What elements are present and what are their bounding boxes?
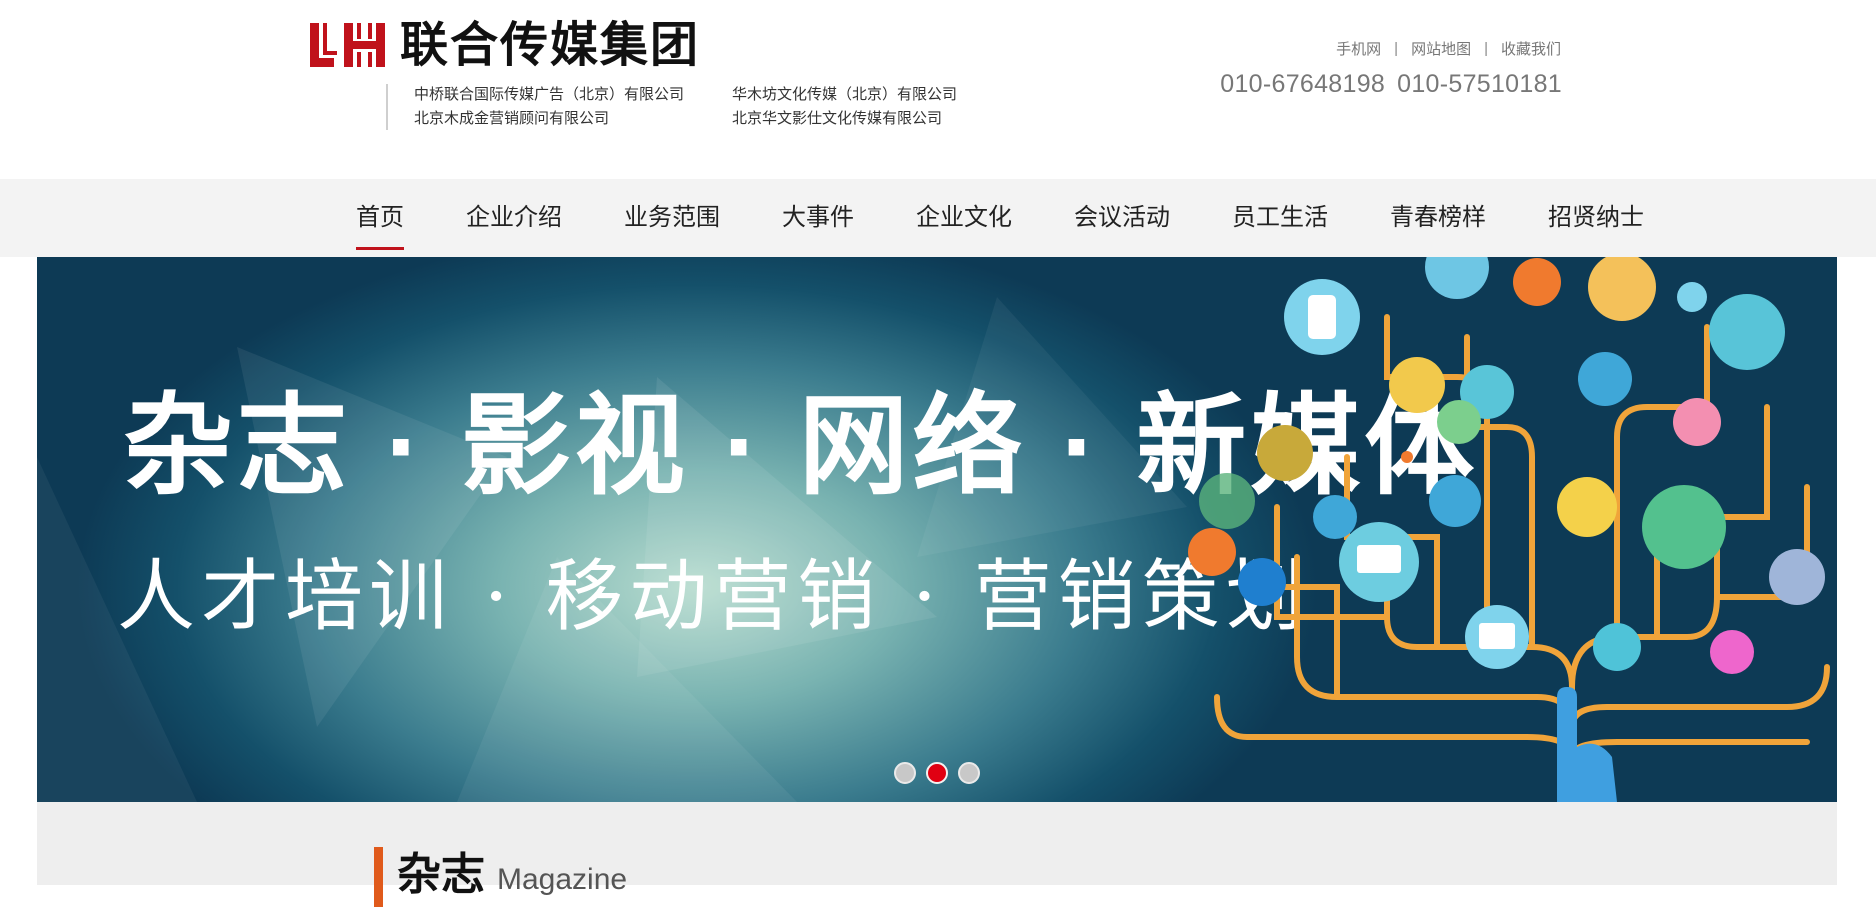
carousel-dot-3[interactable] [958,762,980,784]
magazine-section: 杂志 Magazine [37,802,1837,907]
carousel-dots [894,762,990,784]
nav-item-events[interactable]: 大事件 [751,179,885,257]
section-heading: 杂志 Magazine [374,847,627,907]
hero-banner[interactable]: 杂志 · 影视 · 网络 · 新媒体 人才培训 · 移动营销 · 营销策划 [37,257,1837,802]
section-subtitle: Magazine [497,863,628,896]
lh-logo-mark-icon [310,23,385,67]
top-links: 手机网 | 网站地图 | 收藏我们 [1336,38,1561,59]
subsidiary-list: 中桥联合国际传媒广告（北京）有限公司 华木坊文化传媒（北京）有限公司 北京木成金… [386,84,992,130]
nav-item-about[interactable]: 企业介绍 [435,179,593,257]
subsidiary-name: 中桥联合国际传媒广告（北京）有限公司 [414,86,685,103]
subsidiary-name: 北京木成金营销顾问有限公司 [414,109,610,127]
banner-subheadline: 人才培训 · 移动营销 · 营销策划 [117,552,1310,642]
mobile-site-link[interactable]: 手机网 [1336,38,1381,59]
nav-item-meetings[interactable]: 会议活动 [1043,179,1201,257]
nav-item-role-models[interactable]: 青春榜样 [1359,179,1517,257]
nav-item-business[interactable]: 业务范围 [593,179,751,257]
subsidiary-name: 北京华文影仕文化传媒有限公司 [732,109,943,127]
phone-number: 010-67648198 [1220,70,1386,98]
subsidiary-name: 华木坊文化传媒（北京）有限公司 [732,86,958,103]
nav-item-careers[interactable]: 招贤纳士 [1517,179,1675,257]
nav-item-culture[interactable]: 企业文化 [885,179,1043,257]
nav-list: 首页 企业介绍 业务范围 大事件 企业文化 会议活动 员工生活 青春榜样 招贤纳… [325,179,1675,257]
carousel-dot-1[interactable] [894,762,916,784]
bookmark-link[interactable]: 收藏我们 [1501,38,1561,59]
company-name: 联合传媒集团 [400,17,701,73]
separator: | [1484,40,1488,57]
sitemap-link[interactable]: 网站地图 [1411,38,1471,59]
site-logo[interactable]: 联合传媒集团 [310,20,700,70]
media-tree-illustration [1188,257,1830,802]
carousel-dot-2[interactable] [926,762,948,784]
separator: | [1394,40,1399,57]
main-nav: 首页 企业介绍 业务范围 大事件 企业文化 会议活动 员工生活 青春榜样 招贤纳… [0,179,1876,257]
section-title: 杂志 [397,850,485,899]
site-header: 联合传媒集团 中桥联合国际传媒广告（北京）有限公司 华木坊文化传媒（北京）有限公… [0,0,1876,179]
phone-numbers: 010-67648198 010-57510181 [1220,70,1562,99]
phone-number: 010-57510181 [1397,70,1562,98]
nav-item-staff-life[interactable]: 员工生活 [1201,179,1359,257]
nav-item-home[interactable]: 首页 [325,179,435,257]
